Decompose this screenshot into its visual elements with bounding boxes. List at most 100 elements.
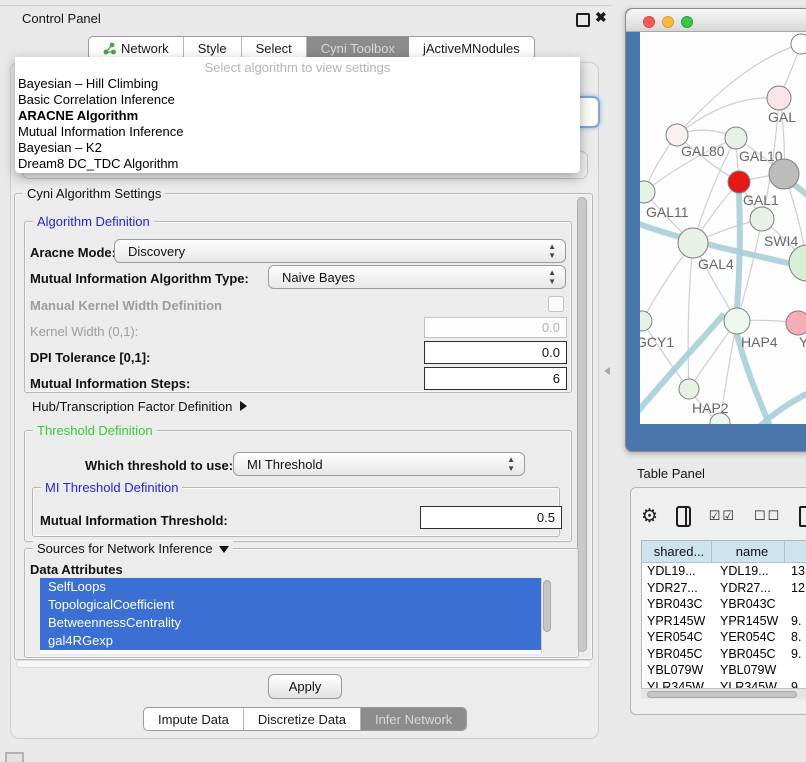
column-header[interactable]: [785, 541, 806, 563]
node-label: SWI4: [764, 233, 798, 249]
column-header[interactable]: shared...: [642, 541, 712, 563]
table-row[interactable]: YBR045CYBR045C9.: [642, 646, 806, 663]
column-header[interactable]: name: [712, 541, 785, 563]
mi-type-label: Mutual Information Algorithm Type:: [30, 271, 249, 286]
network-node-gal4[interactable]: [678, 228, 708, 258]
node-label: GAL: [768, 109, 796, 125]
network-node-gal10[interactable]: [725, 127, 747, 149]
bottom-tab-discretize-data[interactable]: Discretize Data: [244, 708, 361, 730]
algorithm-definition-title: Algorithm Definition: [33, 214, 154, 229]
table-row[interactable]: YBL079WYBL079W: [642, 662, 806, 679]
combobox-arrows-icon: ▲▼: [548, 268, 556, 286]
mi-threshold-label: Mutual Information Threshold:: [40, 513, 228, 528]
attributes-scrollbar[interactable]: [541, 578, 552, 654]
algorithm-option[interactable]: Dream8 DC_TDC Algorithm: [15, 156, 580, 172]
network-node-hap4[interactable]: [724, 308, 750, 334]
network-node-gal11[interactable]: [640, 181, 655, 203]
table-panel: ⚙ ☑☑ ☐☐ shared...name YDL19...YDL19...13…: [630, 487, 806, 715]
deselect-all-checks-icon[interactable]: ☐☐: [754, 508, 781, 524]
table-hscrollbar-thumb[interactable]: [647, 691, 797, 698]
network-node[interactable]: [789, 245, 806, 281]
columns-icon[interactable]: [676, 506, 691, 527]
zoom-window-icon[interactable]: [681, 16, 693, 28]
mi-type-combobox[interactable]: Naive Bayes ▲▼: [268, 265, 566, 289]
network-node-gal1[interactable]: [728, 171, 750, 193]
mi-threshold-field[interactable]: 0.5: [420, 506, 562, 529]
table-cell: 9.: [785, 646, 806, 663]
table-row[interactable]: YBR043CYBR043C: [642, 596, 806, 613]
tab-cyni-toolbox[interactable]: Cyni Toolbox: [307, 37, 409, 59]
network-node-gcy1[interactable]: [640, 311, 652, 331]
splitter-handle[interactable]: [604, 367, 610, 375]
close-panel-icon[interactable]: ✖: [595, 9, 607, 26]
network-node-y[interactable]: [786, 311, 806, 335]
table-cell: YER054C: [642, 629, 712, 646]
bottom-tab-infer-network[interactable]: Infer Network: [361, 708, 466, 730]
manual-kernel-checkbox[interactable]: [548, 296, 564, 312]
dpi-tolerance-field[interactable]: 0.0: [424, 341, 567, 364]
table-cell: 9.: [785, 613, 806, 630]
table-panel-title: Table Panel: [637, 466, 705, 481]
settings-group-title: Cyni Algorithm Settings: [23, 186, 165, 201]
select-all-checks-icon[interactable]: ☑☑: [709, 508, 736, 524]
tab-jactivemnodules[interactable]: jActiveMNodules: [409, 37, 534, 59]
bottom-tab-impute-data[interactable]: Impute Data: [144, 708, 244, 730]
export-table-icon[interactable]: [799, 506, 806, 527]
app-root: Control Panel ✖ NetworkStyleSelectCyni T…: [0, 0, 806, 762]
control-panel-title: Control Panel: [22, 11, 101, 26]
attribute-item[interactable]: TopologicalCoefficient: [40, 596, 552, 614]
algorithm-dropdown-list: Select algorithm to view settings Bayesi…: [15, 57, 580, 173]
attribute-item[interactable]: gal4RGexp: [40, 632, 552, 650]
kernel-width-field[interactable]: 0.0: [424, 317, 567, 338]
table-row[interactable]: YDR27...YDR27...12: [642, 580, 806, 597]
tab-select[interactable]: Select: [242, 37, 307, 59]
network-node[interactable]: [769, 159, 799, 189]
attribute-item[interactable]: BetweennessCentrality: [40, 614, 552, 632]
network-canvas[interactable]: GALGAL80GAL10GAL1GAL11SWI4GAL4GCY1HAP4YH…: [640, 32, 806, 424]
table-hscrollbar[interactable]: [641, 688, 806, 699]
algorithm-option[interactable]: Bayesian – K2: [15, 140, 580, 156]
network-graph: GALGAL80GAL10GAL1GAL11SWI4GAL4GCY1HAP4YH…: [640, 32, 806, 424]
float-panel-icon[interactable]: [576, 13, 590, 27]
minimize-window-icon[interactable]: [662, 16, 674, 28]
network-node-swi4[interactable]: [750, 207, 774, 231]
node-table: shared...name YDL19...YDL19...13YDR27...…: [641, 540, 806, 689]
aracne-mode-combobox[interactable]: Discovery ▲▼: [114, 239, 566, 263]
collapsed-panel-icon[interactable]: [5, 752, 24, 762]
gear-icon[interactable]: ⚙: [641, 507, 658, 526]
threshold-definition-title: Threshold Definition: [33, 423, 157, 438]
hub-definition-label: Hub/Transcription Factor Definition: [32, 399, 232, 414]
aracne-mode-value: Discovery: [115, 244, 185, 259]
algorithm-option[interactable]: Basic Correlation Inference: [15, 92, 580, 108]
data-attributes-list: SelfLoopsTopologicalCoefficientBetweenne…: [40, 578, 552, 654]
network-node-gal[interactable]: [767, 86, 791, 110]
table-cell: YDL19...: [642, 563, 712, 580]
apply-button[interactable]: Apply: [268, 674, 342, 699]
attributes-scrollbar-thumb[interactable]: [543, 580, 551, 632]
algorithm-option[interactable]: Mutual Information Inference: [15, 124, 580, 140]
table-cell: YBL079W: [642, 662, 712, 679]
network-node[interactable]: [791, 34, 806, 54]
hub-definition-toggle[interactable]: Hub/Transcription Factor Definition: [32, 399, 247, 414]
table-cell: 12: [785, 580, 806, 597]
table-cell: 13: [785, 563, 806, 580]
table-cell: YDR27...: [642, 580, 712, 597]
attribute-item[interactable]: SelfLoops: [40, 578, 552, 596]
table-row[interactable]: YPR145WYPR145W9.: [642, 613, 806, 630]
tab-network[interactable]: Network: [89, 37, 184, 59]
table-row[interactable]: YER054CYER054C8.: [642, 629, 806, 646]
tab-style[interactable]: Style: [184, 37, 242, 59]
network-window-titlebar[interactable]: [626, 9, 806, 32]
table-cell: YBR045C: [642, 646, 712, 663]
settings-hscrollbar[interactable]: [16, 660, 591, 668]
close-window-icon[interactable]: [643, 16, 655, 28]
which-threshold-combobox[interactable]: MI Threshold ▲▼: [233, 452, 525, 476]
algorithm-option[interactable]: ARACNE Algorithm: [15, 108, 580, 124]
mi-steps-field[interactable]: 6: [424, 367, 567, 390]
table-row[interactable]: YDL19...YDL19...13: [642, 563, 806, 580]
algorithm-option[interactable]: Bayesian – Hill Climbing: [15, 76, 580, 92]
mi-threshold-group-title: MI Threshold Definition: [41, 480, 182, 495]
table-cell: YPR145W: [642, 613, 712, 630]
network-edge: [688, 243, 693, 389]
network-node-hap2[interactable]: [679, 379, 699, 399]
